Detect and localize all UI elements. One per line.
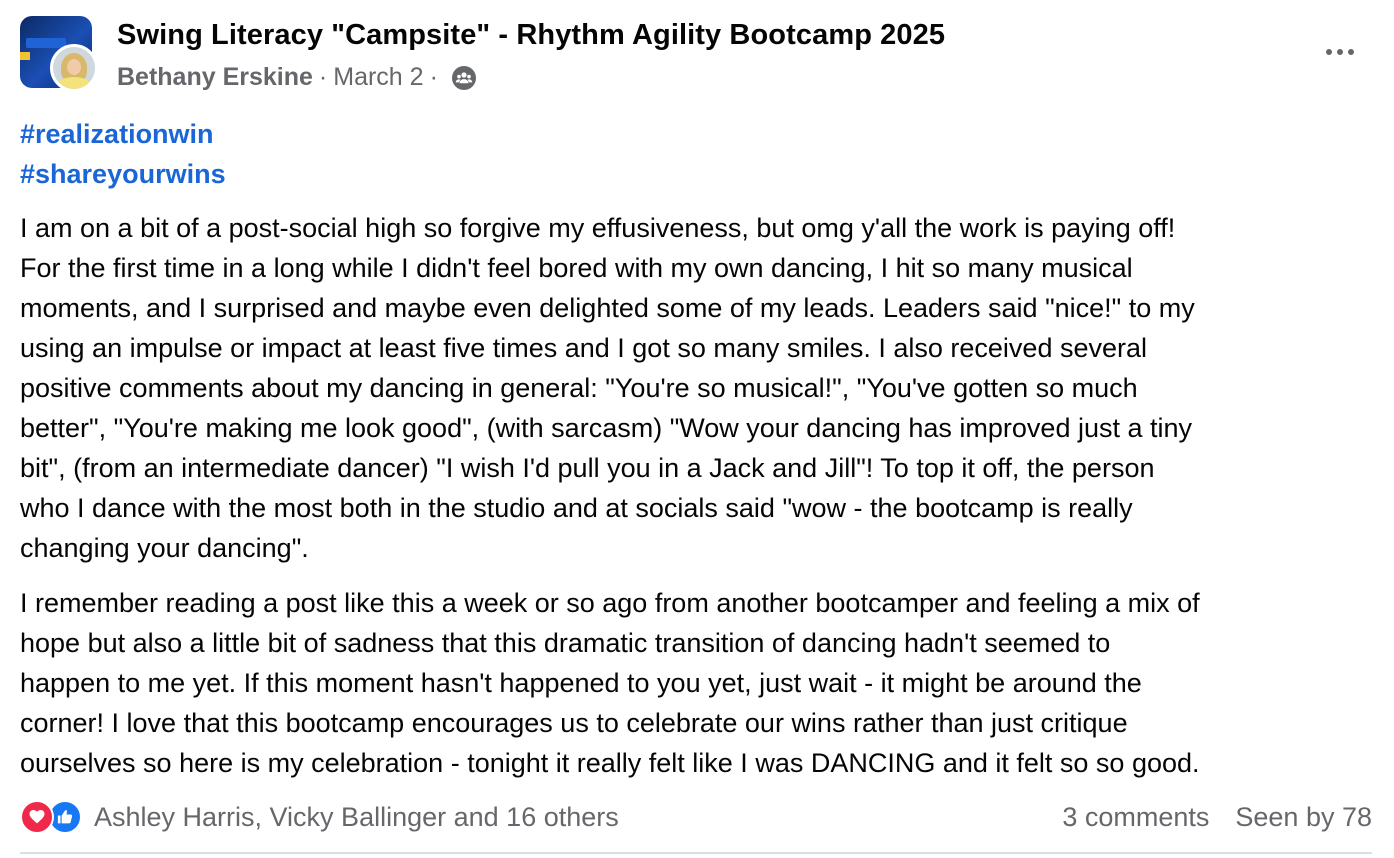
author-avatar[interactable] — [50, 44, 98, 92]
hashtag-link[interactable]: #shareyourwins — [20, 154, 1380, 194]
meta-separator: · — [318, 63, 328, 91]
meta-separator: · — [429, 63, 438, 91]
avatar-face — [67, 59, 81, 75]
post-footer: Ashley Harris, Vicky Ballinger and 16 ot… — [20, 796, 1372, 838]
post-body: #realizationwin #shareyourwins I am on a… — [20, 114, 1380, 783]
group-name-link[interactable]: Swing Literacy "Campsite" - Rhythm Agili… — [117, 19, 945, 52]
post-date-link[interactable]: March 2 — [333, 63, 423, 92]
seen-by-link[interactable]: Seen by 78 — [1235, 802, 1372, 833]
group-avatar-banner — [26, 38, 66, 48]
more-options-icon[interactable] — [1320, 40, 1360, 64]
group-members-icon[interactable] — [451, 65, 476, 90]
group-post: Swing Literacy "Campsite" - Rhythm Agili… — [0, 0, 1394, 858]
more-dot — [1348, 49, 1354, 55]
footer-divider — [20, 852, 1372, 854]
comments-count-link[interactable]: 3 comments — [1062, 802, 1209, 833]
group-avatar-tag — [20, 52, 30, 60]
more-dot — [1326, 49, 1332, 55]
post-paragraph: I am on a bit of a post-social high so f… — [20, 213, 1195, 563]
post-paragraph: I remember reading a post like this a we… — [20, 588, 1200, 778]
hashtag-link[interactable]: #realizationwin — [20, 114, 1380, 154]
avatar-shirt — [57, 77, 91, 89]
post-header: Swing Literacy "Campsite" - Rhythm Agili… — [20, 16, 1380, 96]
reactors-link[interactable]: Ashley Harris, Vicky Ballinger and 16 ot… — [94, 802, 619, 833]
author-name-link[interactable]: Bethany Erskine — [117, 63, 313, 92]
love-reaction-icon — [20, 800, 54, 834]
more-dot — [1337, 49, 1343, 55]
reaction-icons[interactable] — [20, 800, 82, 834]
post-meta: Bethany Erskine · March 2 · — [117, 63, 476, 92]
